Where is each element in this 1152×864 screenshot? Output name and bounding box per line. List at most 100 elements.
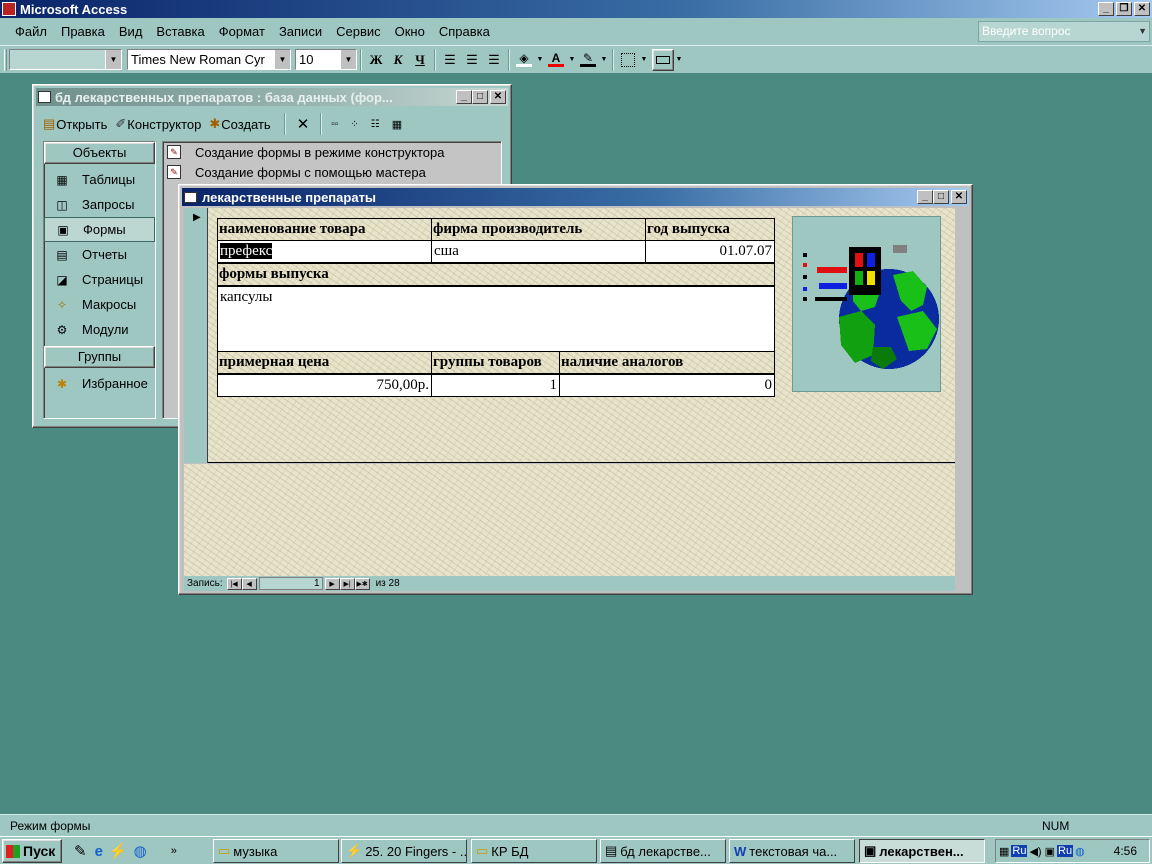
close-icon[interactable]: ✕ bbox=[951, 190, 967, 204]
field-year[interactable]: 01.07.07 bbox=[645, 240, 775, 263]
last-record-icon[interactable]: ▶| bbox=[339, 577, 355, 590]
maximize-icon[interactable]: □ bbox=[933, 190, 949, 204]
language-indicator[interactable]: Ru bbox=[1011, 845, 1028, 857]
record-number-input[interactable]: 1 bbox=[258, 577, 323, 590]
field-analogs[interactable]: 0 bbox=[559, 374, 775, 397]
create-button[interactable]: Создать bbox=[221, 117, 270, 132]
menu-insert[interactable]: Вставка bbox=[149, 22, 211, 42]
chevron-right-icon[interactable]: » bbox=[171, 845, 177, 857]
chevron-down-icon[interactable]: ▼ bbox=[535, 49, 545, 71]
database-window-titlebar[interactable]: бд лекарственных препаратов : база данны… bbox=[36, 88, 508, 106]
line-color-icon[interactable]: ✎ bbox=[577, 49, 599, 71]
chevron-down-icon[interactable]: ▼ bbox=[1138, 22, 1147, 41]
special-effect-icon[interactable] bbox=[652, 48, 674, 71]
menu-view[interactable]: Вид bbox=[112, 22, 150, 42]
new-record-icon[interactable]: ▶✱ bbox=[354, 577, 370, 590]
field-maker[interactable]: сша bbox=[431, 240, 646, 263]
chevron-down-icon[interactable]: ▼ bbox=[599, 49, 609, 71]
chevron-down-icon[interactable]: ▼ bbox=[274, 50, 290, 69]
list-view-icon[interactable]: ☷ bbox=[371, 119, 380, 130]
list-item[interactable]: ✎ Создание формы с помощью мастера bbox=[163, 162, 501, 182]
small-icons-icon[interactable]: ⁘ bbox=[350, 119, 358, 130]
object-pages[interactable]: ◪ Страницы bbox=[44, 267, 155, 292]
chevron-down-icon[interactable]: ▼ bbox=[105, 50, 121, 69]
edit-icon[interactable]: ✎ bbox=[72, 842, 89, 860]
help-question-box[interactable]: Введите вопрос ▼ bbox=[978, 21, 1150, 42]
taskbar-button[interactable]: ▭ музыка bbox=[213, 839, 339, 863]
volume-icon[interactable]: ◀) bbox=[1029, 845, 1041, 858]
object-reports[interactable]: ▤ Отчеты bbox=[44, 242, 155, 267]
minimize-icon[interactable]: _ bbox=[1098, 2, 1114, 16]
menu-window[interactable]: Окно bbox=[388, 22, 432, 42]
open-button[interactable]: Открыть bbox=[56, 117, 107, 132]
first-record-icon[interactable]: |◀ bbox=[226, 577, 242, 590]
status-bar: Режим формы NUM bbox=[0, 814, 1152, 836]
menu-records[interactable]: Записи bbox=[272, 22, 329, 42]
large-icons-icon[interactable]: ▫▫ bbox=[331, 119, 338, 130]
objects-header[interactable]: Объекты bbox=[44, 142, 155, 164]
menu-tools[interactable]: Сервис bbox=[329, 22, 388, 42]
align-center-icon[interactable]: ☰ bbox=[461, 49, 483, 71]
font-size-combo[interactable]: 10 ▼ bbox=[295, 49, 357, 70]
app-titlebar[interactable]: Microsoft Access _ ❐ ✕ bbox=[0, 0, 1152, 18]
globe-icon[interactable]: ◍ bbox=[134, 842, 147, 860]
maximize-icon[interactable]: □ bbox=[472, 90, 488, 104]
taskbar-button-active[interactable]: ▣ лекарствен... bbox=[859, 839, 985, 863]
fill-color-icon[interactable]: ◈ bbox=[513, 49, 535, 71]
underline-button[interactable]: Ч bbox=[409, 49, 431, 71]
object-macros[interactable]: ✧ Макросы bbox=[44, 292, 155, 317]
object-tables[interactable]: ▦ Таблицы bbox=[44, 167, 155, 192]
close-icon[interactable]: ✕ bbox=[490, 90, 506, 104]
font-name-combo[interactable]: Times New Roman Cyr ▼ bbox=[127, 49, 291, 70]
menu-edit[interactable]: Правка bbox=[54, 22, 112, 42]
menu-help[interactable]: Справка bbox=[432, 22, 497, 42]
close-icon[interactable]: ✕ bbox=[1134, 2, 1150, 16]
clock[interactable]: 4:56 bbox=[1114, 844, 1137, 858]
previous-record-icon[interactable]: ◀ bbox=[241, 577, 257, 590]
align-right-icon[interactable]: ☰ bbox=[483, 49, 505, 71]
details-view-icon[interactable]: ▦ bbox=[392, 118, 402, 131]
font-color-icon[interactable]: A bbox=[545, 49, 567, 71]
delete-icon[interactable]: ✕ bbox=[297, 115, 310, 133]
taskbar-button[interactable]: Wтекстовая ча... bbox=[729, 839, 855, 863]
bold-button[interactable]: Ж bbox=[365, 49, 387, 71]
ie-icon[interactable]: e bbox=[95, 843, 103, 860]
start-button[interactable]: Пуск bbox=[2, 839, 62, 863]
chevron-down-icon[interactable]: ▼ bbox=[639, 49, 649, 71]
border-width-icon[interactable] bbox=[617, 49, 639, 71]
field-price[interactable]: 750,00р. bbox=[217, 374, 432, 397]
taskbar-button[interactable]: ⚡ 25. 20 Fingers - ... bbox=[341, 839, 467, 863]
group-favorites[interactable]: ✱ Избранное bbox=[44, 371, 155, 396]
object-combo[interactable]: ▼ bbox=[9, 49, 122, 70]
next-record-icon[interactable]: ▶ bbox=[324, 577, 340, 590]
taskbar-button[interactable]: ▭ КР БД bbox=[471, 839, 597, 863]
record-selector[interactable]: ▶ bbox=[184, 208, 208, 463]
taskbar-button[interactable]: ▤ бд лекарстве... bbox=[600, 839, 726, 863]
network-icon[interactable]: ▦ bbox=[999, 845, 1009, 858]
object-queries[interactable]: ◫ Запросы bbox=[44, 192, 155, 217]
menu-file[interactable]: Файл bbox=[8, 22, 54, 42]
field-name[interactable]: префекс bbox=[217, 240, 432, 263]
language-indicator-2[interactable]: Ru bbox=[1057, 845, 1074, 857]
groups-header[interactable]: Группы bbox=[44, 346, 155, 368]
italic-button[interactable]: К bbox=[387, 49, 409, 71]
align-left-icon[interactable]: ☰ bbox=[439, 49, 461, 71]
object-modules[interactable]: ⚙ Модули bbox=[44, 317, 155, 342]
form-window-titlebar[interactable]: лекарственные препараты _ □ ✕ bbox=[182, 188, 969, 206]
design-button[interactable]: Конструктор bbox=[127, 117, 201, 132]
field-group[interactable]: 1 bbox=[431, 374, 560, 397]
chevron-down-icon[interactable]: ▼ bbox=[340, 50, 356, 69]
grip-handle[interactable] bbox=[4, 48, 7, 71]
display-icon[interactable]: ▣ bbox=[1045, 845, 1055, 858]
object-forms[interactable]: ▣ Формы bbox=[44, 217, 155, 242]
minimize-icon[interactable]: _ bbox=[456, 90, 472, 104]
winamp-icon[interactable]: ⚡ bbox=[109, 842, 128, 860]
list-item[interactable]: ✎ Создание формы в режиме конструктора bbox=[163, 142, 501, 162]
minimize-icon[interactable]: _ bbox=[917, 190, 933, 204]
field-forms[interactable]: капсулы bbox=[217, 286, 775, 352]
menu-format[interactable]: Формат bbox=[212, 22, 272, 42]
chevron-down-icon[interactable]: ▼ bbox=[674, 49, 684, 71]
restore-icon[interactable]: ❐ bbox=[1116, 2, 1132, 16]
antivirus-icon[interactable]: ◍ bbox=[1075, 845, 1085, 858]
chevron-down-icon[interactable]: ▼ bbox=[567, 49, 577, 71]
